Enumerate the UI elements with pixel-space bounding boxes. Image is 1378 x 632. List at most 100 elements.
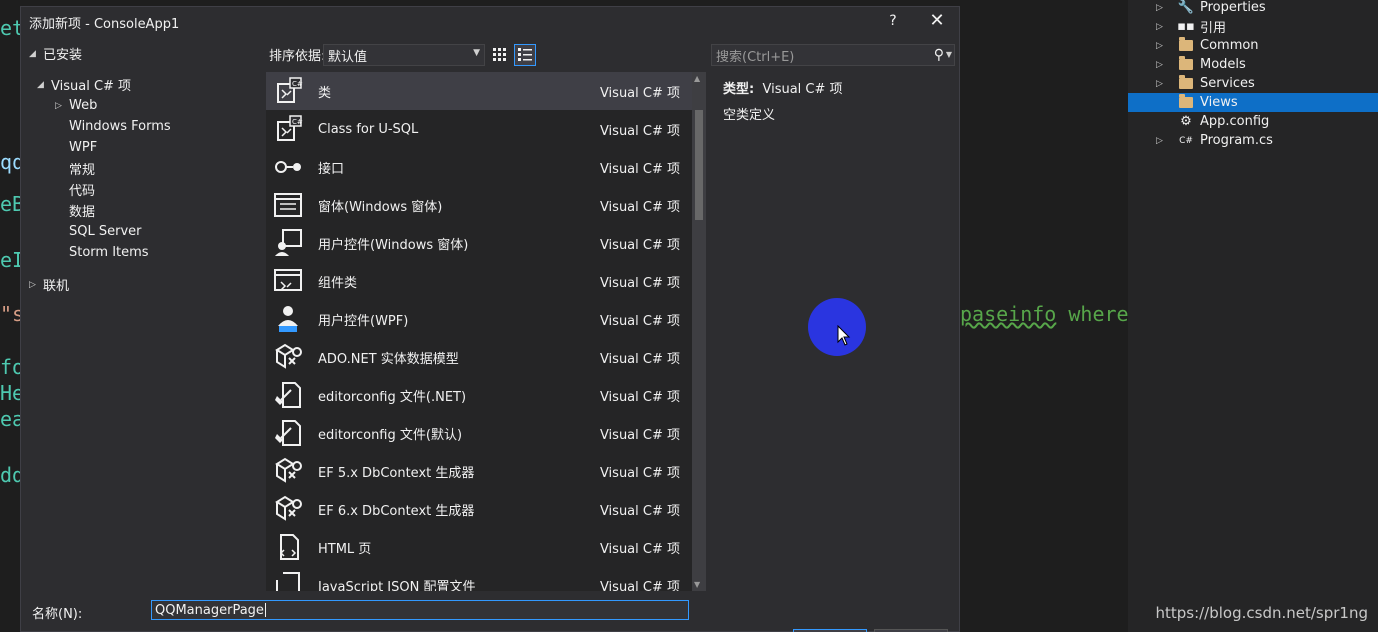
template-item-language: Visual C# 项 — [599, 123, 680, 139]
tree-item--[interactable]: 数据 — [55, 200, 95, 221]
code-fragment-text: paseinfo — [960, 302, 1057, 326]
tree-item-windows-forms[interactable]: Windows Forms — [55, 116, 171, 137]
tree-item--[interactable]: 常规 — [55, 158, 95, 179]
template-item[interactable]: 用户控件(WPF) Visual C# 项 — [266, 300, 692, 338]
folder-icon — [1178, 94, 1194, 110]
collapsed-arrow-icon[interactable]: ▷ — [1156, 3, 1164, 13]
template-item-language: Visual C# 项 — [599, 351, 680, 367]
template-item[interactable]: HTML 页 Visual C# 项 — [266, 528, 692, 566]
template-item-name: 类 — [318, 85, 332, 101]
template-item[interactable]: 用户控件(Windows 窗体) Visual C# 项 — [266, 224, 692, 262]
template-item-name: ADO.NET 实体数据模型 — [318, 351, 459, 367]
tree-item-label: WPF — [69, 140, 98, 155]
template-item-language: Visual C# 项 — [599, 427, 680, 443]
template-item-icon — [272, 265, 304, 297]
search-icon[interactable]: ⚲ — [934, 47, 944, 63]
template-item[interactable]: 窗体(Windows 窗体) Visual C# 项 — [266, 186, 692, 224]
template-item[interactable]: EF 5.x DbContext 生成器 Visual C# 项 — [266, 452, 692, 490]
template-item-language: Visual C# 项 — [599, 503, 680, 519]
list-view-button[interactable] — [514, 44, 536, 66]
solution-item-label: Services — [1200, 76, 1255, 91]
svg-text:C#: C# — [292, 80, 303, 88]
folder-icon — [1178, 56, 1194, 72]
dialog-titlebar: 添加新项 - ConsoleApp1 ? ✕ — [21, 7, 959, 37]
tree-item-visual-csharp[interactable]: ◢ Visual C# 项 — [37, 74, 131, 95]
solution-item-views[interactable]: ▷Views — [1128, 93, 1378, 112]
solution-item-common[interactable]: ▷ Common — [1128, 36, 1378, 55]
template-item[interactable]: 组件类 Visual C# 项 — [266, 262, 692, 300]
tree-item--[interactable]: 代码 — [55, 179, 95, 200]
solution-item-properties[interactable]: ▷ 🔧 Properties — [1128, 0, 1378, 17]
references-icon: ▪▪ — [1177, 19, 1195, 34]
template-item-language: Visual C# 项 — [599, 465, 680, 481]
tree-item-sql-server[interactable]: SQL Server — [55, 221, 142, 242]
template-item-name: editorconfig 文件(.NET) — [318, 389, 467, 405]
collapsed-arrow-icon[interactable]: ▷ — [1156, 41, 1164, 51]
form-icon — [274, 193, 302, 217]
tree-item-online[interactable]: ▷ 联机 — [29, 274, 69, 295]
template-item[interactable]: JavaScript JSON 配置文件 Visual C# 项 — [266, 566, 692, 591]
sort-label: 排序依据: — [269, 49, 326, 64]
scroll-down-icon[interactable]: ▼ — [694, 580, 700, 589]
scroll-up-icon[interactable]: ▲ — [694, 74, 700, 83]
collapsed-arrow-icon[interactable]: ▷ — [29, 280, 43, 290]
template-item-name: Class for U-SQL — [318, 121, 419, 137]
template-item[interactable]: 接口 Visual C# 项 — [266, 148, 692, 186]
watermark: https://blog.csdn.net/spr1ng — [1155, 604, 1368, 622]
json-config-icon — [276, 572, 300, 591]
folder-icon — [1178, 37, 1194, 53]
template-item[interactable]: editorconfig 文件(默认) Visual C# 项 — [266, 414, 692, 452]
expanded-arrow-icon[interactable]: ◢ — [29, 49, 43, 59]
search-input[interactable]: 搜索(Ctrl+E) ⚲ ▼ — [711, 44, 955, 66]
wrench-icon: 🔧 — [1177, 0, 1195, 15]
close-button[interactable]: ✕ — [927, 11, 947, 31]
template-item-language: Visual C# 项 — [599, 275, 680, 291]
sort-select[interactable]: 默认值 ▼ — [323, 44, 485, 66]
template-item-icon — [272, 531, 304, 563]
tree-item-installed[interactable]: ◢ 已安装 — [29, 43, 82, 64]
code-fragment-text: where — [1056, 302, 1128, 326]
scroll-thumb[interactable] — [695, 110, 703, 220]
template-item-icon — [272, 569, 304, 591]
class-icon: C# — [277, 115, 303, 141]
collapsed-arrow-icon[interactable]: ▷ — [1156, 79, 1164, 89]
collapsed-arrow-icon[interactable]: ▷ — [1156, 22, 1164, 32]
template-item[interactable]: C# 类 Visual C# 项 — [266, 72, 692, 110]
collapsed-arrow-icon[interactable]: ▷ — [55, 101, 69, 111]
solution-item-label: Common — [1200, 38, 1259, 53]
list-view-icon — [518, 48, 532, 61]
template-item-icon — [272, 417, 304, 449]
solution-item--[interactable]: ▷ ▪▪ 引用 — [1128, 17, 1378, 36]
template-item-name: 窗体(Windows 窗体) — [318, 199, 443, 215]
template-item-icon — [272, 379, 304, 411]
name-input[interactable]: QQManagerPage — [151, 600, 689, 620]
template-item-icon — [272, 303, 304, 335]
expanded-arrow-icon[interactable]: ◢ — [37, 80, 51, 90]
solution-item-models[interactable]: ▷ Models — [1128, 55, 1378, 74]
template-item[interactable]: ADO.NET 实体数据模型 Visual C# 项 — [266, 338, 692, 376]
help-button[interactable]: ? — [885, 13, 901, 31]
template-item-language: Visual C# 项 — [599, 313, 680, 329]
folder-icon — [1178, 75, 1194, 91]
solution-item-program-cs[interactable]: ▷ C# Program.cs — [1128, 131, 1378, 150]
tree-item-storm-items[interactable]: Storm Items — [55, 242, 149, 263]
tree-item-web[interactable]: ▷ Web — [55, 95, 97, 116]
entity-model-icon — [275, 343, 302, 369]
solution-item-app-config[interactable]: ▷⚙App.config — [1128, 112, 1378, 131]
template-item-name: editorconfig 文件(默认) — [318, 427, 463, 443]
template-item-icon — [272, 341, 304, 373]
template-list[interactable]: C# 类 Visual C# 项 C# Class for U-SQL Visual C#… — [266, 72, 692, 591]
collapsed-arrow-icon[interactable]: ▷ — [1156, 136, 1164, 146]
template-item[interactable]: editorconfig 文件(.NET) Visual C# 项 — [266, 376, 692, 414]
interface-icon — [275, 161, 301, 173]
template-item[interactable]: EF 6.x DbContext 生成器 Visual C# 项 — [266, 490, 692, 528]
dbcontext-icon — [275, 457, 302, 483]
solution-item-services[interactable]: ▷ Services — [1128, 74, 1378, 93]
template-list-scrollbar[interactable]: ▲ ▼ — [692, 72, 706, 591]
template-item[interactable]: C# Class for U-SQL Visual C# 项 — [266, 110, 692, 148]
chevron-down-icon[interactable]: ▼ — [946, 50, 952, 59]
collapsed-arrow-icon[interactable]: ▷ — [1156, 60, 1164, 70]
tree-item-wpf[interactable]: WPF — [55, 137, 97, 158]
medium-icons-view-button[interactable] — [489, 44, 511, 66]
template-item-icon — [272, 455, 304, 487]
